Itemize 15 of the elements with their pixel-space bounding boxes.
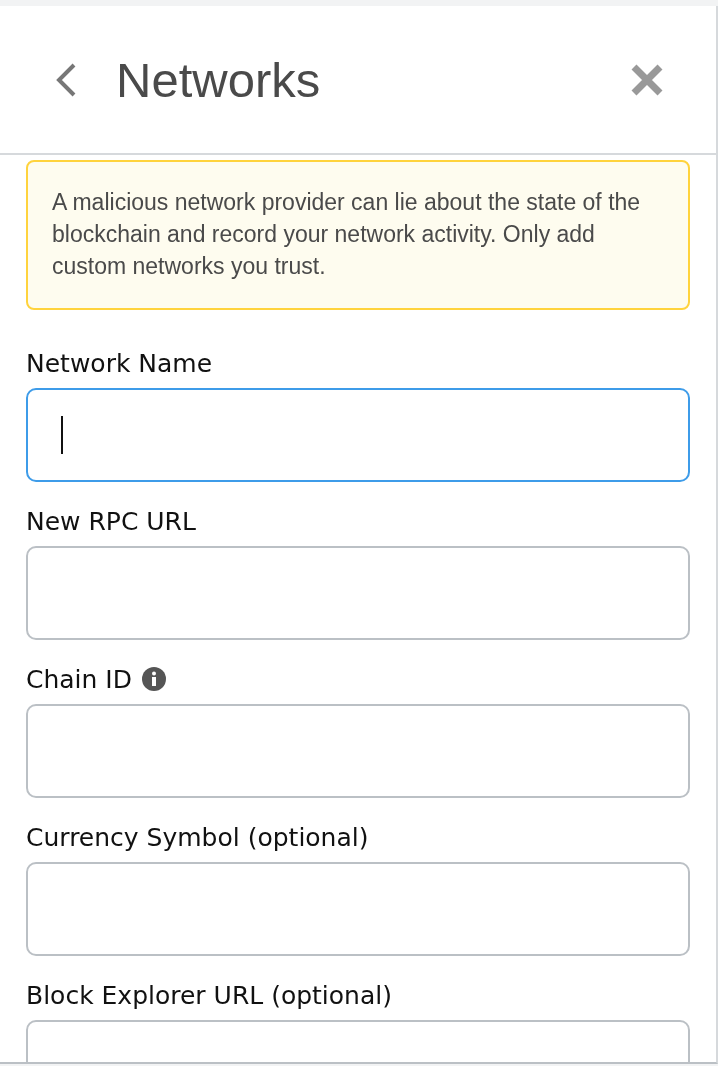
- field-label: New RPC URL: [26, 506, 196, 536]
- field-label: Currency Symbol (optional): [26, 822, 369, 852]
- input-field[interactable]: [26, 862, 690, 956]
- close-button[interactable]: [630, 62, 664, 97]
- page-title: Networks: [116, 51, 322, 108]
- input-field[interactable]: [26, 388, 690, 482]
- warning-message: A malicious network provider can lie about the state of the blockchain and record your network activity. Only add custom networks you trust.: [26, 160, 690, 310]
- field-label: Network Name: [26, 348, 213, 378]
- input-field[interactable]: [26, 546, 690, 640]
- text-cursor: [61, 416, 63, 454]
- field-label: Block Explorer URL (optional): [26, 980, 392, 1010]
- info-icon[interactable]: [142, 667, 166, 691]
- input-field[interactable]: [26, 704, 690, 798]
- field-label: Chain ID: [26, 664, 132, 694]
- back-button[interactable]: [54, 61, 78, 98]
